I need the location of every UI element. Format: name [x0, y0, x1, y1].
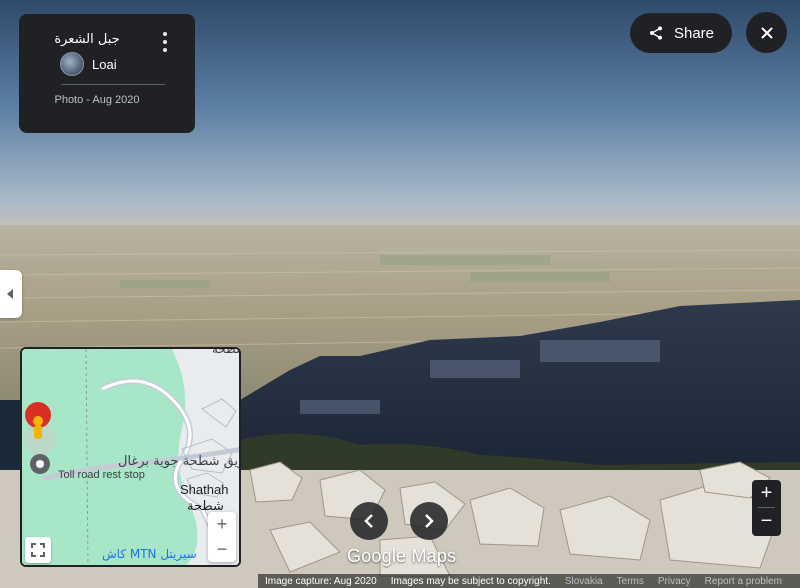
more-options-button[interactable] — [157, 32, 173, 52]
map-label-town-en: Shathah — [180, 482, 229, 497]
minimap-zoom-out-button[interactable]: − — [208, 537, 236, 562]
share-icon — [649, 26, 662, 40]
country-link[interactable]: Slovakia — [558, 576, 610, 587]
author-link[interactable]: Loai — [60, 52, 117, 76]
photo-info-card: جبل الشعرة Loai Photo - Aug 2020 — [19, 14, 195, 133]
author-name: Loai — [92, 56, 117, 72]
chevron-right-icon — [425, 514, 434, 528]
close-button[interactable] — [746, 12, 787, 53]
next-image-button[interactable] — [410, 502, 448, 540]
terms-link[interactable]: Terms — [610, 576, 651, 587]
zoom-in-button[interactable]: + — [752, 480, 781, 507]
more-vert-icon — [163, 32, 167, 36]
minimap-zoom-in-button[interactable]: + — [208, 512, 236, 537]
divider — [61, 84, 165, 85]
pano-zoom-control: + − — [752, 480, 781, 536]
photo-date: Photo - Aug 2020 — [54, 94, 140, 106]
more-vert-icon-dot — [163, 40, 167, 44]
privacy-link[interactable]: Privacy — [651, 576, 698, 587]
map-label-rest-stop: Toll road rest stop — [58, 469, 145, 481]
chevron-left-icon — [364, 514, 373, 528]
place-marker-icon — [30, 454, 50, 474]
copyright-notice: Images may be subject to copyright. — [390, 575, 551, 587]
image-capture-date: Image capture: Aug 2020 — [265, 575, 377, 587]
share-button[interactable]: Share — [630, 13, 732, 53]
share-label: Share — [673, 24, 715, 42]
avatar — [60, 52, 84, 76]
google-maps-logo: Google Maps — [347, 546, 457, 566]
more-vert-icon-dot — [163, 48, 167, 52]
zoom-out-button[interactable]: − — [752, 508, 781, 535]
map-label-top-ar: شطحة — [212, 347, 239, 356]
previous-image-button[interactable] — [350, 502, 388, 540]
fullscreen-icon — [31, 543, 45, 557]
minimap-zoom-control: + − — [208, 512, 236, 562]
collapse-panel-button[interactable] — [0, 270, 22, 318]
map-label-road-ar: طريق شطحة جوية برغال — [118, 454, 239, 469]
expand-map-button[interactable] — [25, 537, 51, 563]
pegman-location-marker[interactable] — [24, 401, 52, 445]
caret-left-icon — [7, 289, 13, 299]
report-problem-link[interactable]: Report a problem — [698, 576, 789, 587]
footer-bar: Image capture: Aug 2020 Images may be su… — [258, 574, 800, 588]
close-icon — [760, 26, 773, 39]
map-label-mtn: كاش MTN سيريتل — [102, 547, 197, 561]
